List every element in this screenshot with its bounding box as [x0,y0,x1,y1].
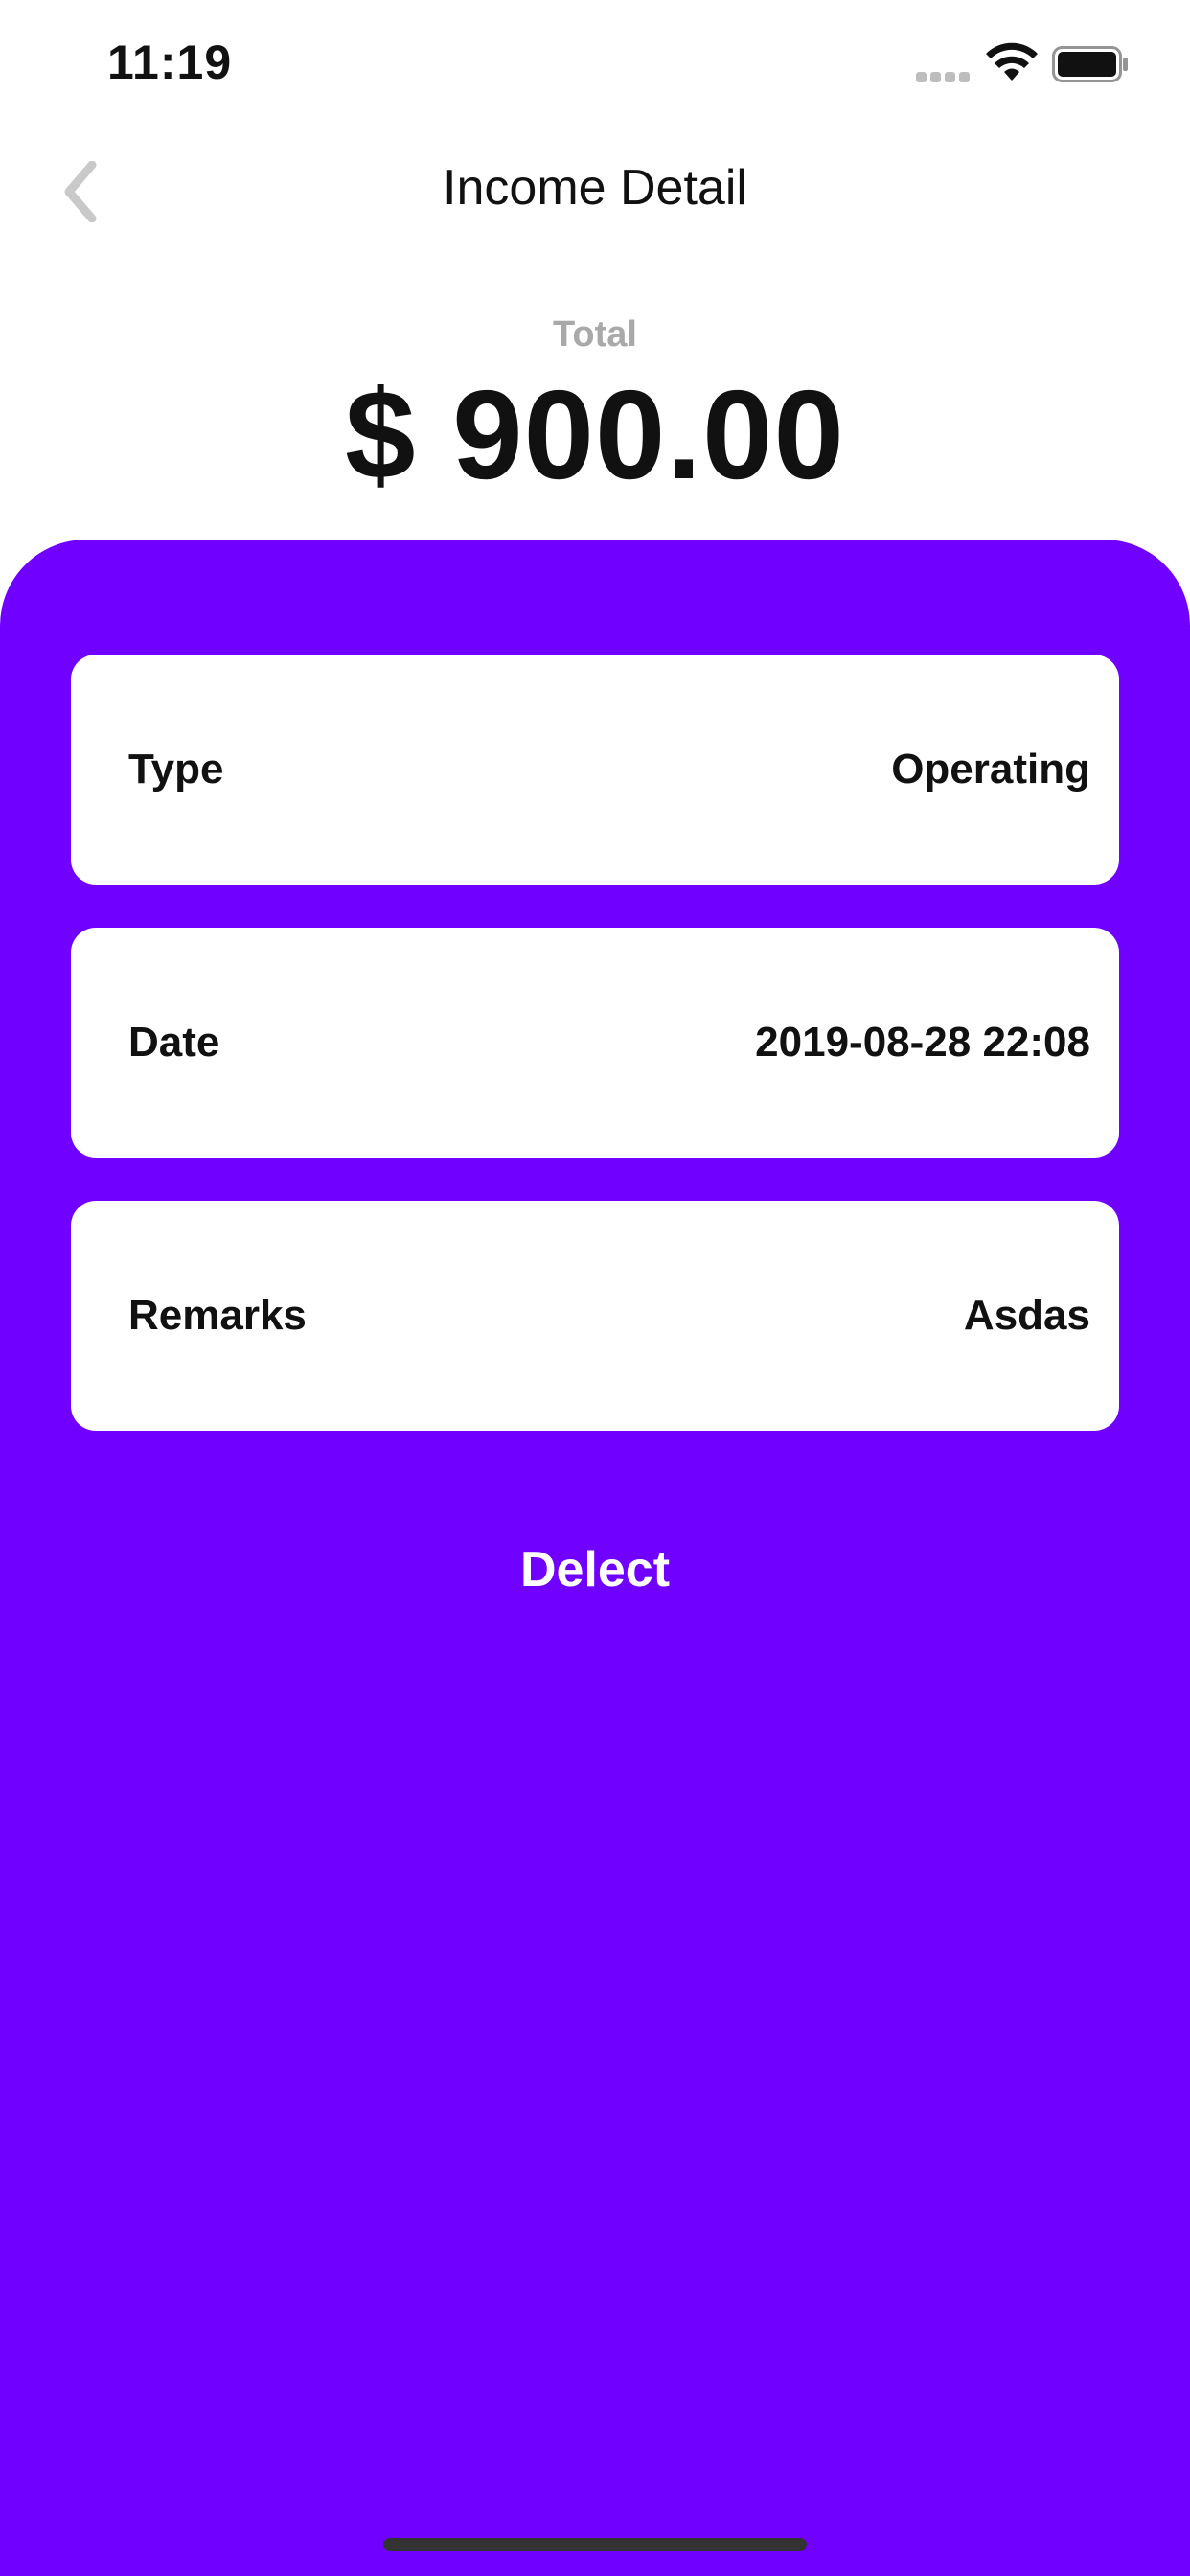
page-title: Income Detail [443,160,747,216]
battery-icon [1052,46,1128,82]
home-indicator [383,2538,807,2551]
detail-panel: Type Operating Date 2019-08-28 22:08 Rem… [0,540,1190,2576]
date-label: Date [128,1019,220,1066]
date-value: 2019-08-28 22:08 [755,1019,1090,1066]
wifi-icon [986,42,1038,80]
remarks-card: Remarks Asdas [71,1201,1119,1431]
status-bar: 11:19 [0,0,1190,125]
remarks-label: Remarks [128,1292,307,1339]
total-amount: $ 900.00 [345,364,845,505]
signal-icon [916,67,972,82]
date-card: Date 2019-08-28 22:08 [71,928,1119,1158]
type-label: Type [128,746,224,793]
type-card: Type Operating [71,655,1119,885]
remarks-value: Asdas [963,1292,1090,1339]
delete-button[interactable]: Delect [403,1527,787,1613]
type-value: Operating [891,746,1090,793]
navigation-bar: Income Detail [0,134,1190,249]
total-label: Total [553,314,637,355]
status-time: 11:19 [107,35,233,89]
